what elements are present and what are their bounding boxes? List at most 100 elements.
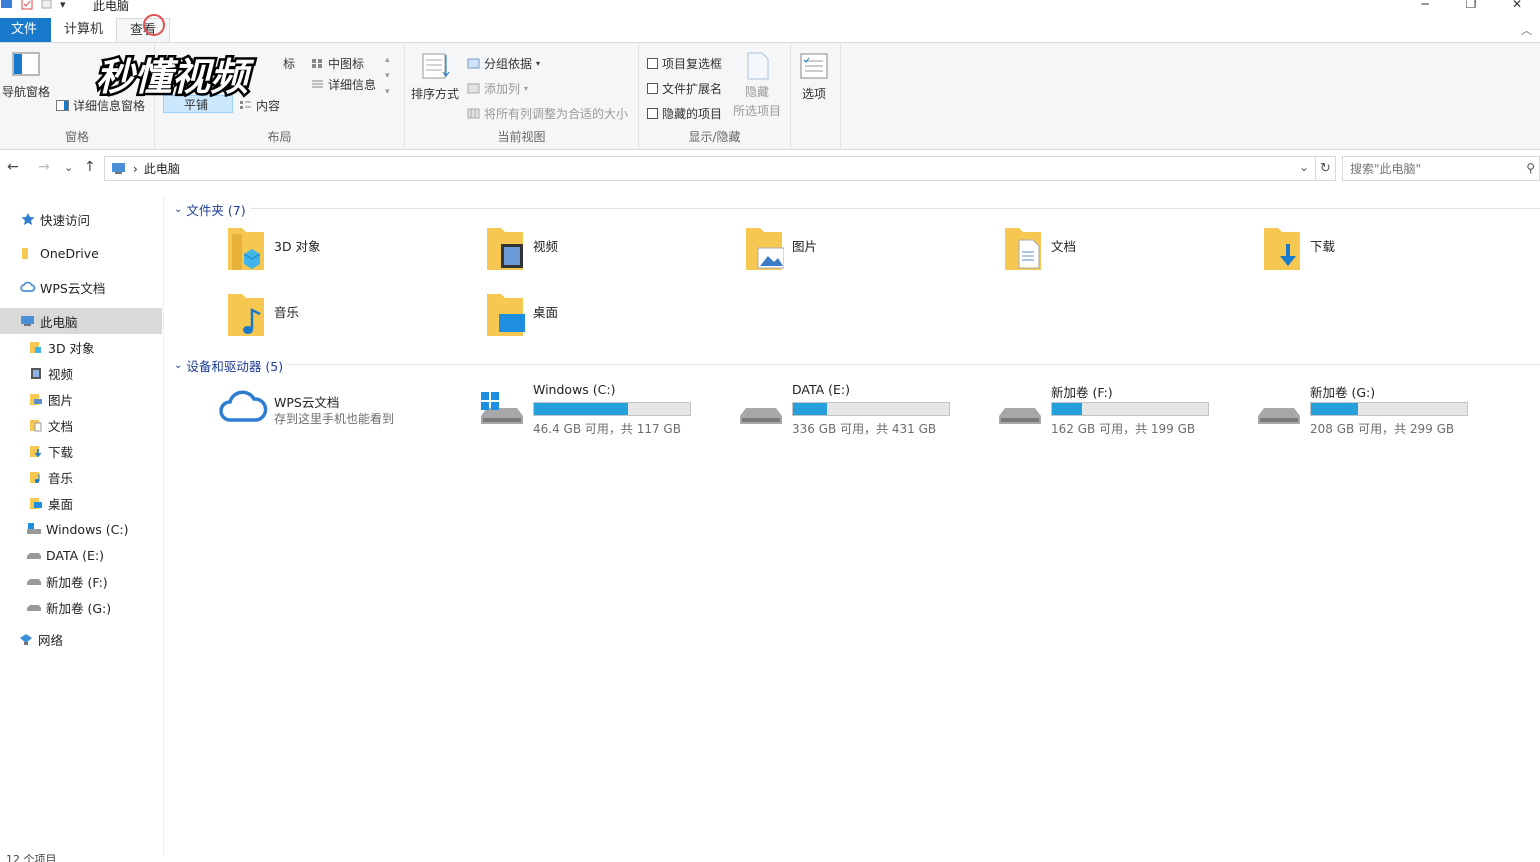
devices-section-header[interactable]: ⌄ 设备和驱动器 (5) [174, 356, 283, 375]
file-ext-toggle[interactable]: 文件扩展名 [647, 80, 722, 97]
collapse-chevron-icon[interactable]: ⌄ [174, 204, 182, 215]
folder-tile-videos[interactable]: 视频 [429, 224, 679, 280]
sidebar-item-documents[interactable]: 文档 [0, 412, 162, 438]
music-folder-icon [228, 294, 264, 336]
sidebar-item-pictures[interactable]: 图片 [0, 386, 162, 412]
options-button[interactable]: 选项 [799, 51, 829, 102]
hidden-items-checkbox[interactable] [647, 108, 658, 119]
pictures-folder-icon [746, 228, 784, 270]
folders-section-header[interactable]: ⌄ 文件夹 (7) [174, 200, 246, 219]
folder-tile-3d-objects[interactable]: 3D 对象 [170, 224, 420, 280]
sidebar-item-downloads[interactable]: 下载 [0, 438, 162, 464]
drive-usage-bar [1051, 402, 1209, 416]
hide-selected-button[interactable]: 隐藏 所选项目 [733, 51, 781, 119]
close-button[interactable]: ✕ [1494, 0, 1540, 11]
fit-columns-button[interactable]: 将所有列调整为合适的大小 [467, 105, 628, 122]
sidebar-item-drive-e[interactable]: DATA (E:) [0, 542, 162, 568]
sidebar-item-videos[interactable]: 视频 [0, 360, 162, 386]
ribbon-collapse-icon[interactable]: ︿ [1521, 22, 1532, 38]
watermark-text: 秒懂视频 [96, 55, 255, 99]
downloads-folder-icon [1264, 228, 1300, 270]
sidebar-item-quick-access[interactable]: 快速访问 [0, 206, 162, 232]
forward-button[interactable]: → [38, 159, 50, 175]
drive-tile-c[interactable]: Windows (C:) 46.4 GB 可用，共 117 GB [471, 382, 729, 442]
sidebar-item-wps[interactable]: WPS云文档 [0, 274, 162, 300]
drive-icon [999, 408, 1041, 424]
3d-objects-folder-icon [228, 228, 264, 270]
showhide-group-label: 显示/隐藏 [688, 130, 741, 144]
drive-tile-f[interactable]: 新加卷 (F:) 162 GB 可用，共 199 GB [989, 382, 1247, 442]
options-group: 选项 [791, 43, 841, 149]
drive-usage-bar [533, 402, 691, 416]
folder-tile-music[interactable]: 音乐 [170, 290, 420, 346]
qat-dropdown-icon[interactable]: ▾ [60, 0, 66, 11]
hide-selected-icon [747, 52, 769, 80]
devices-divider [286, 364, 1540, 365]
watermark-logo: 秒懂视频 [93, 53, 257, 102]
item-checkboxes-checkbox[interactable] [647, 58, 658, 69]
3d-folder-icon [30, 342, 41, 353]
item-checkboxes-toggle[interactable]: 项目复选框 [647, 55, 722, 72]
scroll-down-icon[interactable]: ▾ [385, 71, 390, 81]
drive-tile-e[interactable]: DATA (E:) 336 GB 可用，共 431 GB [730, 382, 988, 442]
back-button[interactable]: ← [7, 159, 19, 175]
drive-usage-fill [793, 403, 828, 415]
recent-locations-button[interactable]: ⌄ [64, 161, 73, 174]
sidebar-item-network[interactable]: 网络 [0, 626, 162, 652]
layout-details[interactable]: 详细信息 [311, 76, 376, 93]
quick-access-toolbar: ▾ [0, 0, 66, 11]
maximize-button[interactable]: ❐ [1448, 0, 1494, 11]
drive-usage-fill [1052, 403, 1082, 415]
windows-drive-icon [27, 523, 41, 534]
cloud-icon [219, 390, 268, 422]
breadcrumb-this-pc[interactable]: 此电脑 [144, 160, 180, 177]
layout-group-label: 布局 [267, 130, 292, 144]
window-controls: ─ ❐ ✕ [1402, 0, 1540, 11]
breadcrumb-separator[interactable]: › [133, 162, 138, 176]
address-dropdown-icon[interactable]: ⌄ [1299, 160, 1309, 174]
collapse-chevron-icon[interactable]: ⌄ [174, 360, 182, 371]
drive-tile-g[interactable]: 新加卷 (G:) 208 GB 可用，共 299 GB [1248, 382, 1506, 442]
sidebar-item-3d-objects[interactable]: 3D 对象 [0, 334, 162, 360]
up-button[interactable]: ↑ [84, 159, 96, 175]
search-input[interactable] [1350, 161, 1520, 176]
layout-scroll[interactable]: ▴ ▾ ▾ [385, 55, 390, 97]
properties-icon[interactable] [20, 0, 34, 10]
sidebar-item-drive-g[interactable]: 新加卷 (G:) [0, 594, 162, 620]
refresh-button[interactable]: ↻ [1316, 156, 1336, 181]
nav-pane-button[interactable]: 导航窗格 [2, 49, 50, 100]
sidebar-item-music[interactable]: 音乐 [0, 464, 162, 490]
new-folder-icon[interactable] [40, 0, 54, 10]
sidebar-item-onedrive[interactable]: OneDrive [0, 240, 162, 266]
desktop-icon [30, 498, 42, 509]
folder-tile-pictures[interactable]: 图片 [688, 224, 938, 280]
search-icon[interactable]: ⚲ [1526, 161, 1535, 175]
minimize-button[interactable]: ─ [1402, 0, 1448, 11]
folder-tile-desktop[interactable]: 桌面 [429, 290, 679, 346]
sidebar-item-desktop[interactable]: 桌面 [0, 490, 162, 516]
address-bar[interactable]: › 此电脑 ⌄ [104, 156, 1316, 181]
sidebar-item-drive-f[interactable]: 新加卷 (F:) [0, 568, 162, 594]
explorer-app-icon[interactable] [0, 0, 14, 10]
scroll-up-icon[interactable]: ▴ [385, 55, 390, 65]
drive-icon [1258, 408, 1300, 424]
sort-by-button[interactable]: 排序方式 [411, 51, 459, 102]
hidden-items-toggle[interactable]: 隐藏的项目 [647, 105, 722, 122]
tab-file[interactable]: 文件 [0, 18, 51, 42]
navigation-bar: ← → ⌄ ↑ › 此电脑 ⌄ ↻ ⚲ [0, 156, 1540, 182]
group-by-button[interactable]: 分组依据 ▾ [467, 55, 540, 72]
add-column-button[interactable]: 添加列 ▾ [467, 80, 528, 97]
navigation-pane: 快速访问 OneDrive WPS云文档 此电脑 3D 对象 视频 图片 文档 … [0, 196, 164, 856]
tab-computer[interactable]: 计算机 [51, 18, 116, 42]
wps-cloud-tile[interactable]: WPS云文档 存到这里手机也能看到 [170, 382, 420, 438]
cloud-icon [20, 281, 36, 292]
sidebar-item-drive-c[interactable]: Windows (C:) [0, 516, 162, 542]
sidebar-item-this-pc[interactable]: 此电脑 [0, 308, 162, 334]
folder-tile-documents[interactable]: 文档 [947, 224, 1197, 280]
video-icon [31, 368, 41, 379]
search-box[interactable]: ⚲ [1342, 156, 1540, 181]
file-ext-checkbox[interactable] [647, 83, 658, 94]
layout-expand-icon[interactable]: ▾ [385, 87, 390, 97]
folder-tile-downloads[interactable]: 下载 [1206, 224, 1456, 280]
layout-medium-icons[interactable]: 中图标 [311, 55, 364, 72]
